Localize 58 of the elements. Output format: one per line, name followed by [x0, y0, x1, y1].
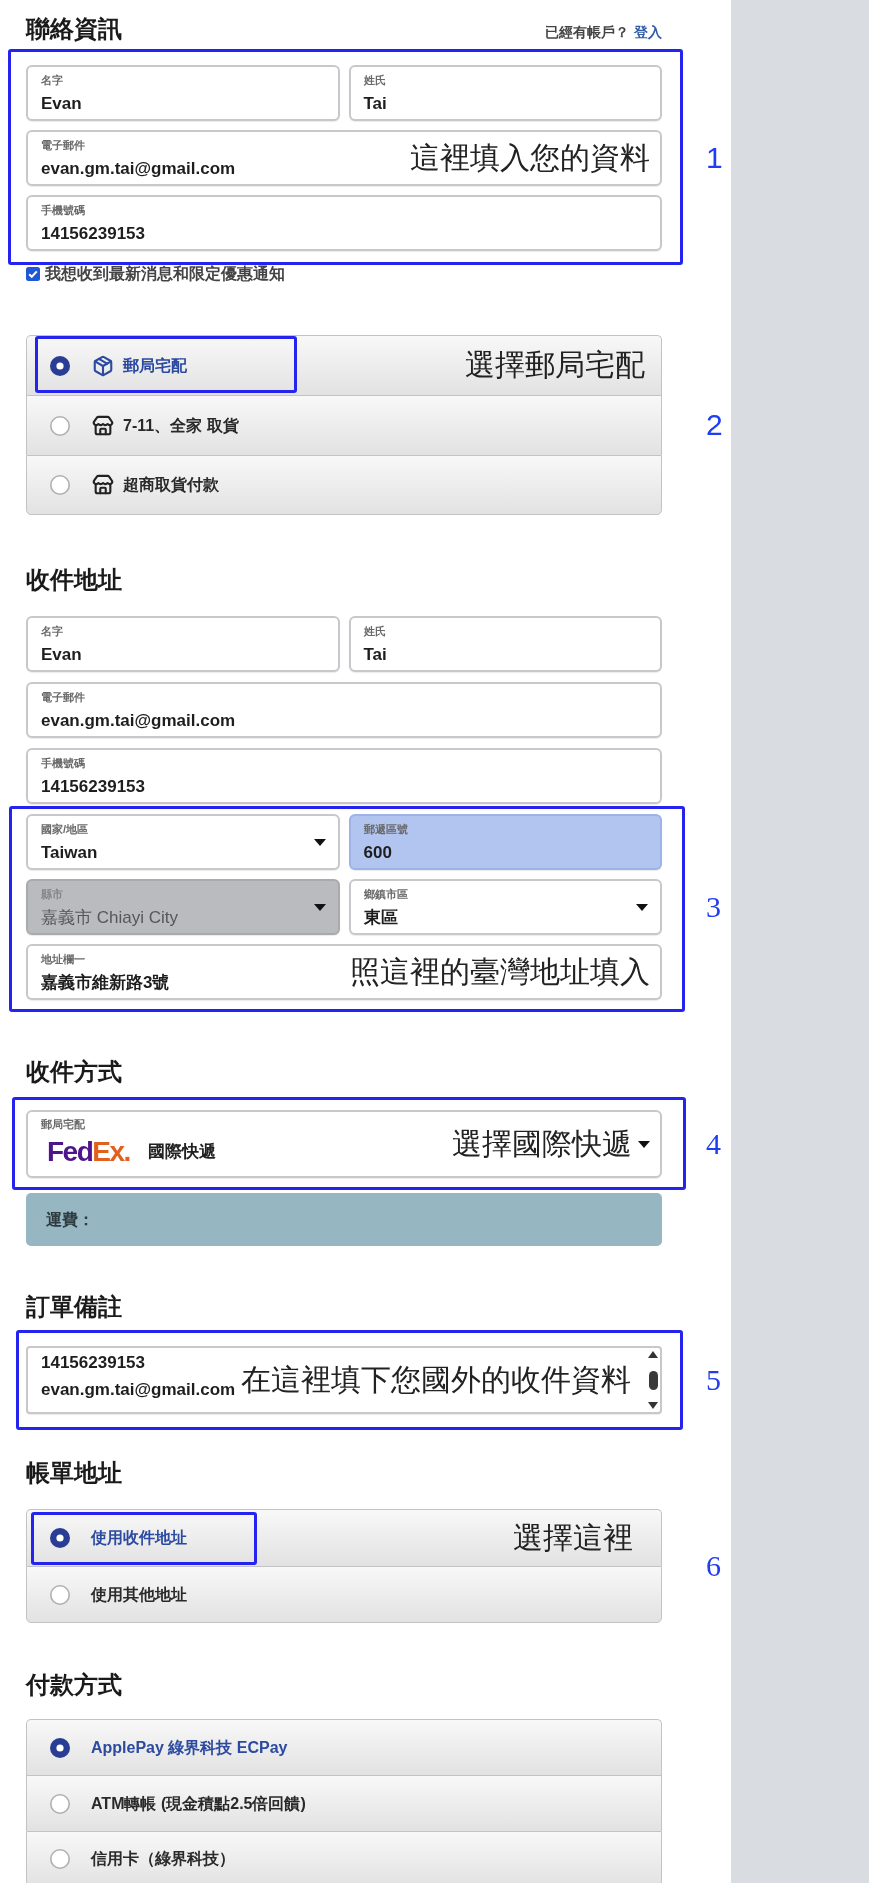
radio-button[interactable]: [50, 415, 70, 436]
section-title: 收件地址: [26, 566, 123, 594]
input-field[interactable]: 名字 Evan: [26, 65, 340, 121]
carrier-logo: FedEx.: [47, 1138, 130, 1166]
caret-icon: [313, 838, 326, 846]
section-title: 帳單地址: [26, 1459, 123, 1487]
input-field[interactable]: 郵遞區號 600: [348, 814, 662, 870]
store-icon: [92, 414, 114, 437]
annotation-note: 選擇這裡: [513, 1520, 633, 1555]
section-title: 付款方式: [26, 1671, 123, 1699]
radio-option[interactable]: 使用其他地址: [26, 1566, 662, 1623]
annotation-number: 1: [706, 141, 723, 175]
scrollbar-thumb[interactable]: [648, 1370, 658, 1390]
store-icon: [92, 474, 114, 496]
shipping-fee-label: 運費：: [46, 1209, 94, 1230]
radio-option[interactable]: 超商取貨付款: [26, 455, 662, 515]
section-title: 訂單備註: [26, 1293, 123, 1321]
annotation-number: 6: [706, 1549, 721, 1583]
annotation-note: 選擇國際快遞: [452, 1127, 632, 1161]
checkbox-label: 我想收到最新消息和限定優惠通知: [45, 265, 285, 283]
annotation-note: 選擇郵局宅配: [465, 348, 645, 382]
input-field[interactable]: 名字 Evan: [26, 616, 340, 672]
select-field[interactable]: 鄉鎮市區 東區: [348, 879, 662, 935]
annotation-note: 在這裡填下您國外的收件資料: [241, 1363, 631, 1397]
annotation-number: 2: [706, 408, 723, 442]
login-link[interactable]: 登入: [634, 23, 662, 41]
input-field[interactable]: 電子郵件 evan.gm.tai@gmail.com: [26, 682, 662, 738]
annotation-number: 5: [706, 1363, 721, 1397]
box-icon: [92, 354, 114, 377]
section-title: 聯絡資訊: [26, 15, 122, 43]
caret-icon: [313, 903, 326, 911]
annotation-number: 3: [706, 890, 721, 924]
scroll-up-icon[interactable]: [648, 1351, 658, 1358]
radio-option[interactable]: 信用卡（綠界科技）: [26, 1831, 662, 1883]
radio-button[interactable]: [50, 1737, 70, 1758]
input-field[interactable]: 姓氏 Tai: [348, 616, 662, 672]
input-field[interactable]: 手機號碼 14156239153: [26, 748, 662, 804]
annotation-number: 4: [706, 1127, 721, 1161]
radio-option[interactable]: ApplePay 綠界科技 ECPay: [26, 1719, 662, 1775]
login-prompt: 已經有帳戶？: [545, 23, 629, 41]
radio-button[interactable]: [50, 355, 70, 376]
radio-button[interactable]: [50, 1584, 70, 1605]
radio-button[interactable]: [50, 1528, 70, 1548]
caret-icon: [636, 903, 648, 911]
section-title: 收件方式: [26, 1058, 123, 1086]
caret-icon: [638, 1140, 650, 1148]
checkbox[interactable]: [26, 267, 40, 281]
annotation-note: 這裡填入您的資料: [410, 141, 650, 175]
input-field[interactable]: 手機號碼 14156239153: [26, 195, 662, 251]
select-field[interactable]: 國家/地區 Taiwan: [26, 814, 340, 870]
radio-option[interactable]: ATM轉帳 (現金積點2.5倍回饋): [26, 1775, 662, 1831]
radio-button[interactable]: [50, 1793, 70, 1814]
input-field[interactable]: 姓氏 Tai: [348, 65, 662, 121]
scroll-down-icon[interactable]: [648, 1402, 658, 1409]
annotation-note: 照這裡的臺灣地址填入: [350, 955, 650, 989]
radio-option[interactable]: 7-11、全家 取貨: [26, 395, 662, 455]
radio-button[interactable]: [50, 1849, 70, 1869]
radio-button[interactable]: [50, 475, 70, 495]
